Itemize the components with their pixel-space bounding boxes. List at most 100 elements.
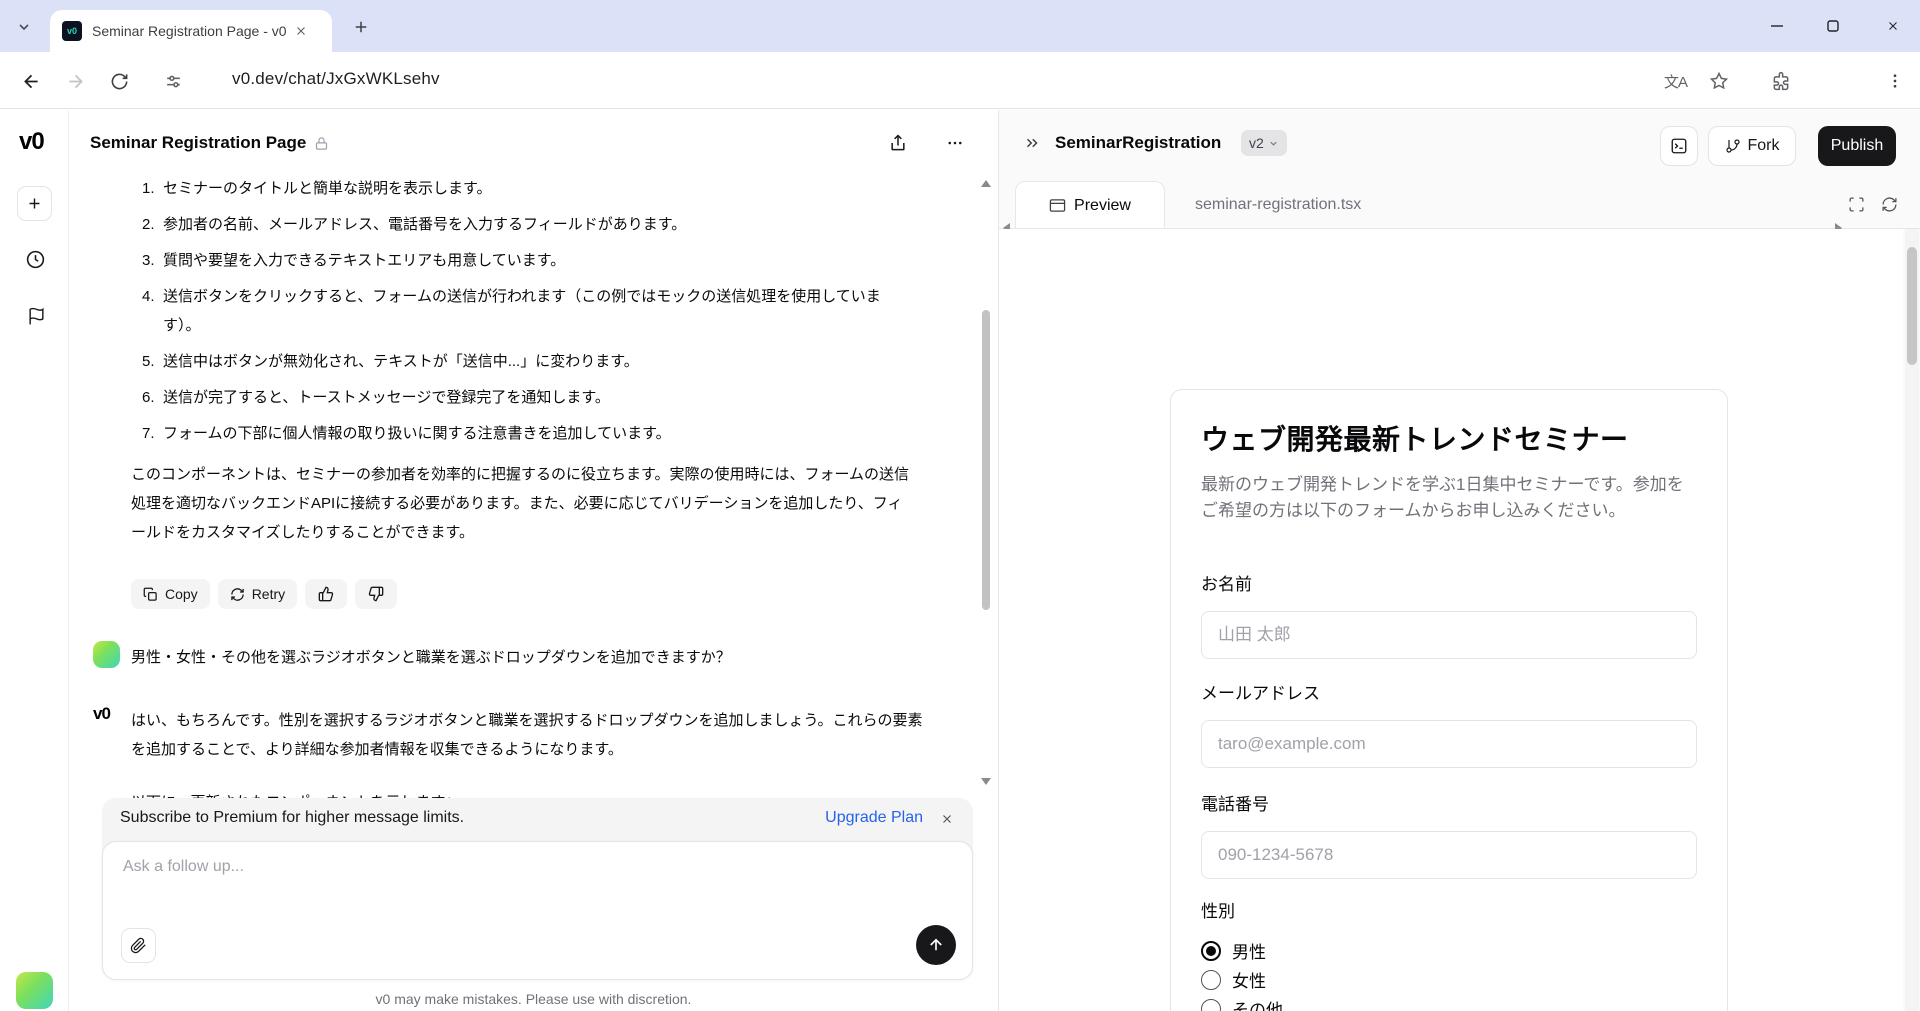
- translate-icon[interactable]: 文A: [1664, 71, 1688, 92]
- radio-icon: [1201, 940, 1221, 961]
- radio-icon: [1201, 998, 1221, 1011]
- history-clock-icon[interactable]: [23, 247, 47, 271]
- user-message: 男性・女性・その他を選ぶラジオボタンと職業を選ぶドロップダウンを追加できますか？: [131, 649, 731, 666]
- upgrade-plan-link[interactable]: Upgrade Plan: [825, 809, 923, 827]
- collapse-chevrons-icon[interactable]: [1019, 130, 1045, 156]
- site-info-tune-icon[interactable]: [160, 68, 186, 94]
- retry-icon: [230, 587, 244, 601]
- form-description: 最新のウェブ開発トレンドを学ぶ1日集中セミナーです。参加をご希望の方は以下のフォ…: [1201, 475, 1684, 520]
- composer: [102, 841, 973, 980]
- chevron-down-icon: [1270, 141, 1277, 146]
- window-close-icon[interactable]: [1878, 13, 1908, 39]
- preview-viewport: ウェブ開発最新トレンドセミナー 最新のウェブ開発トレンドを学ぶ1日集中セミナーで…: [999, 229, 1903, 1011]
- tab-close-icon[interactable]: [292, 22, 310, 40]
- send-arrow-icon: [930, 938, 942, 951]
- preview-panel: SeminarRegistration v2 Fork Publish Prev…: [998, 110, 1920, 1011]
- new-tab-button[interactable]: [348, 14, 374, 40]
- refresh-preview-icon[interactable]: [1877, 192, 1901, 216]
- copy-icon: [143, 587, 157, 601]
- fullscreen-icon[interactable]: [1844, 192, 1868, 216]
- email-label: メールアドレス: [1201, 684, 1320, 703]
- version-badge[interactable]: v2: [1241, 130, 1287, 156]
- back-icon[interactable]: [18, 68, 44, 94]
- browser-menu-kebab-icon[interactable]: [1882, 68, 1908, 94]
- v0-favicon: v0: [62, 21, 82, 41]
- terminal-button[interactable]: [1660, 126, 1698, 166]
- send-button[interactable]: [916, 925, 956, 965]
- follow-up-input[interactable]: [123, 858, 823, 876]
- email-input[interactable]: [1201, 720, 1697, 768]
- user-avatar: [93, 641, 120, 668]
- seminar-form-card: ウェブ開発最新トレンドセミナー 最新のウェブ開発トレンドを学ぶ1日集中セミナーで…: [1170, 389, 1728, 1011]
- assistant-reply: はい、もちろんです。性別を選択するラジオボタンと職業を選択するドロップダウンを追…: [131, 712, 923, 758]
- gender-options: 男性 女性 その他: [1201, 936, 1697, 1011]
- thumbs-down-icon: [368, 586, 384, 602]
- workspace-name[interactable]: SeminarRegistration: [1055, 133, 1221, 153]
- tab-title: Seminar Registration Page - v0: [92, 23, 287, 39]
- url-bar[interactable]: v0.dev/chat/JxGxWKLsehv: [232, 69, 440, 89]
- chat-message-area: セミナーのタイトルと簡単な説明を表示します。 参加者の名前、メールアドレス、電話…: [93, 172, 923, 798]
- gender-radio-other[interactable]: その他: [1201, 994, 1697, 1011]
- browser-toolbar: v0.dev/chat/JxGxWKLsehv 文A: [0, 52, 1920, 146]
- chat-title-row: Seminar Registration Page: [90, 133, 329, 153]
- message-actions: Copy Retry: [131, 579, 923, 609]
- chat-menu-ellipsis-icon[interactable]: [941, 129, 969, 157]
- user-message-row: 男性・女性・その他を選ぶラジオボタンと職業を選ぶドロップダウンを追加できますか？: [93, 641, 923, 672]
- share-icon[interactable]: [884, 129, 912, 157]
- attach-button[interactable]: [121, 928, 156, 963]
- list-item: 送信が完了すると、トーストメッセージで登録完了を通知します。: [142, 383, 610, 412]
- forward-icon[interactable]: [62, 68, 88, 94]
- new-chat-button[interactable]: [17, 186, 52, 221]
- thumbs-up-button[interactable]: [305, 579, 348, 609]
- banner-close-icon[interactable]: [937, 809, 957, 829]
- retry-button[interactable]: Retry: [217, 579, 298, 609]
- copy-button[interactable]: Copy: [131, 579, 210, 609]
- flag-icon[interactable]: [24, 304, 48, 328]
- fork-button[interactable]: Fork: [1708, 126, 1796, 166]
- tab-search-chevron-icon[interactable]: [12, 15, 36, 39]
- user-account-avatar[interactable]: [16, 972, 53, 1009]
- thumbs-up-icon: [318, 586, 334, 602]
- bookmark-star-icon[interactable]: [1706, 68, 1732, 94]
- name-input[interactable]: [1201, 611, 1697, 659]
- v0-logo[interactable]: v0: [19, 128, 45, 156]
- code-file-tab[interactable]: seminar-registration.tsx: [1181, 181, 1375, 229]
- window-maximize-icon[interactable]: [1818, 13, 1848, 39]
- reload-icon[interactable]: [106, 68, 132, 94]
- phone-input[interactable]: [1201, 831, 1697, 879]
- list-item: セミナーのタイトルと簡単な説明を表示します。: [142, 174, 492, 203]
- preview-scrollbar-thumb[interactable]: [1907, 247, 1917, 365]
- assistant-reply-next-line: 以下に、更新されたコンポーネントを示します：: [131, 788, 916, 798]
- radio-icon: [1201, 969, 1221, 990]
- gender-radio-female[interactable]: 女性: [1201, 965, 1697, 994]
- extensions-puzzle-icon[interactable]: [1768, 68, 1794, 94]
- app-window-icon: [1049, 199, 1066, 212]
- browser-tab[interactable]: v0 Seminar Registration Page - v0: [50, 10, 332, 52]
- chat-scrollbar-up-arrow[interactable]: [981, 180, 991, 187]
- list-item: 送信ボタンをクリックすると、フォームの送信が行われます（この例ではモックの送信処…: [142, 282, 881, 334]
- v0-assistant-logo: v0: [93, 704, 111, 723]
- form-title: ウェブ開発最新トレンドセミナー: [1201, 424, 1629, 455]
- assistant-numbered-list: セミナーのタイトルと簡単な説明を表示します。 参加者の名前、メールアドレス、電話…: [93, 174, 923, 448]
- preview-tab[interactable]: Preview: [1015, 181, 1165, 229]
- gender-radio-male[interactable]: 男性: [1201, 936, 1697, 965]
- window-minimize-icon[interactable]: [1762, 13, 1792, 39]
- chat-scrollbar-thumb[interactable]: [982, 310, 990, 610]
- gender-label: 性別: [1201, 902, 1235, 921]
- chat-scrollbar-down-arrow[interactable]: [981, 778, 991, 785]
- screen: v0 Seminar Registration Page - v0 v0.dev…: [0, 0, 1920, 1011]
- terminal-icon: [1671, 138, 1687, 154]
- thumbs-down-button[interactable]: [355, 579, 398, 609]
- gender-field-group: 性別 男性 女性 その他: [1201, 902, 1697, 1011]
- list-item: 質問や要望を入力できるテキストエリアも用意しています。: [142, 246, 566, 275]
- browser-tab-strip: v0 Seminar Registration Page - v0: [0, 0, 1920, 52]
- list-item: 参加者の名前、メールアドレス、電話番号を入力するフィールドがあります。: [142, 210, 687, 239]
- email-field-group: メールアドレス: [1201, 684, 1697, 768]
- list-item: フォームの下部に個人情報の取り扱いに関する注意書きを追加しています。: [142, 419, 671, 448]
- disclaimer: v0 may make mistakes. Please use with di…: [375, 991, 692, 1007]
- lock-icon: [316, 136, 328, 150]
- chat-title: Seminar Registration Page: [90, 133, 307, 152]
- git-branch-icon: [1725, 139, 1740, 153]
- paperclip-icon: [130, 937, 146, 954]
- publish-button[interactable]: Publish: [1818, 126, 1896, 166]
